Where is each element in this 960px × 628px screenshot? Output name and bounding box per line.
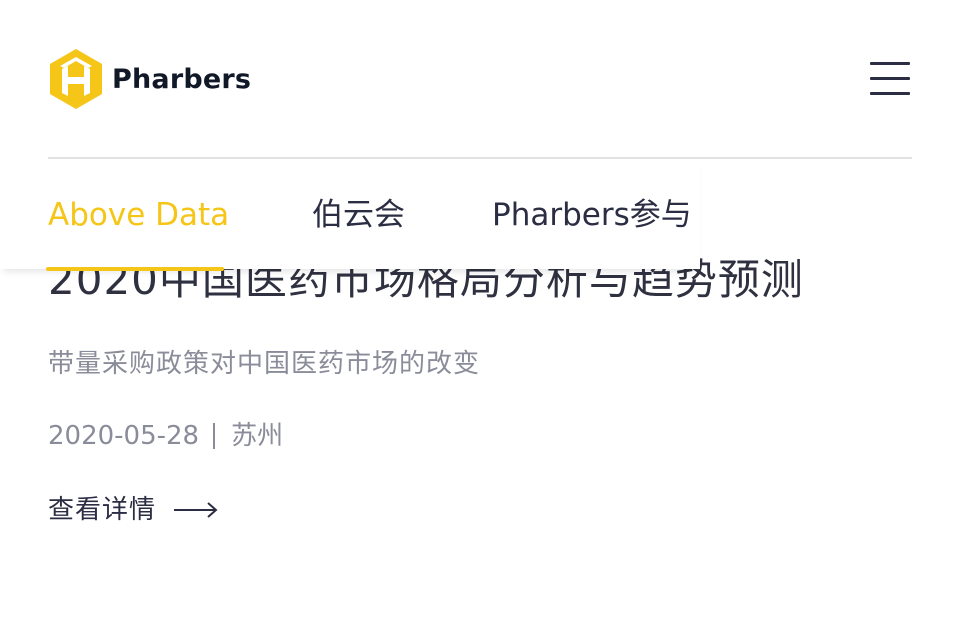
hamburger-menu-icon[interactable] <box>870 62 910 96</box>
tab-boyunhui[interactable]: 伯云会 <box>312 195 405 235</box>
brand-logo[interactable]: Pharbers <box>48 47 251 111</box>
tab-pharbers-participation[interactable]: Pharbers参与 <box>492 195 692 235</box>
pharbers-logo-mark-icon <box>50 49 102 109</box>
article-meta: 2020-05-28 苏州 <box>48 418 283 454</box>
site-header: Pharbers <box>48 0 912 158</box>
meta-separator <box>213 423 216 449</box>
article-date: 2020-05-28 <box>48 421 200 451</box>
brand-name: Pharbers <box>112 63 252 95</box>
view-details-label: 查看详情 <box>48 495 157 525</box>
article-location: 苏州 <box>231 421 284 451</box>
active-tab-indicator <box>46 267 224 271</box>
menu-line <box>870 77 910 80</box>
category-tabs: Above Data 伯云会 Pharbers参与 <box>0 159 700 271</box>
article-subtitle: 带量采购政策对中国医药市场的改变 <box>48 349 481 379</box>
view-details-link[interactable]: 查看详情 <box>48 490 218 530</box>
tab-above-data[interactable]: Above Data <box>48 195 229 235</box>
menu-line <box>870 62 910 65</box>
arrow-right-icon <box>174 502 218 518</box>
menu-line <box>870 92 910 95</box>
